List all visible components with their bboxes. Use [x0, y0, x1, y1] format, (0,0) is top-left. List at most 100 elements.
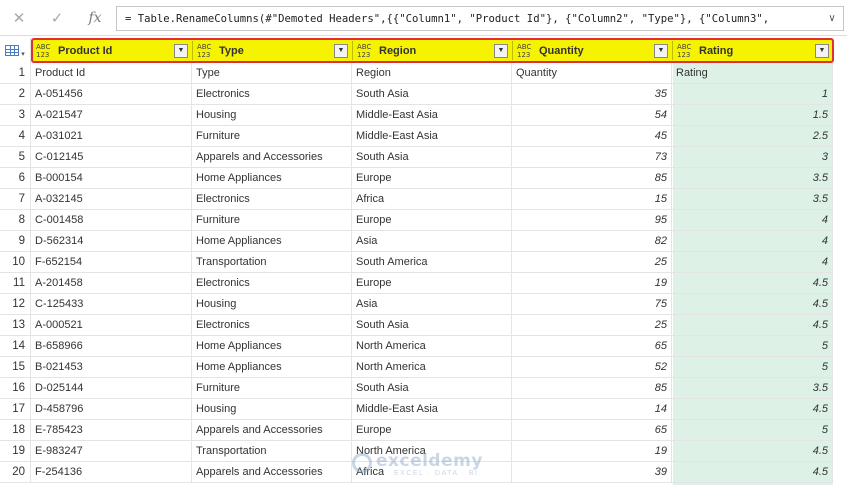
table-cell[interactable]: Furniture	[192, 378, 352, 399]
check-icon[interactable]: ✓	[38, 4, 76, 32]
row-number[interactable]: 1	[0, 63, 31, 84]
column-header-rating[interactable]: ABC 123 Rating ▼	[674, 38, 833, 63]
table-cell[interactable]: South Asia	[352, 84, 512, 105]
table-cell[interactable]: 75	[512, 294, 672, 315]
column-header-region[interactable]: ABC 123 Region ▼	[354, 38, 512, 63]
table-cell[interactable]: Asia	[352, 294, 512, 315]
table-cell[interactable]: South Asia	[352, 147, 512, 168]
row-number[interactable]: 16	[0, 378, 31, 399]
row-number[interactable]: 20	[0, 462, 31, 483]
table-cell[interactable]: E-785423	[31, 420, 192, 441]
table-cell[interactable]: 19	[512, 441, 672, 462]
row-number[interactable]: 9	[0, 231, 31, 252]
table-cell[interactable]: North America	[352, 336, 512, 357]
table-cell[interactable]: Type	[192, 63, 352, 84]
table-cell[interactable]: A-051456	[31, 84, 192, 105]
table-cell[interactable]: Europe	[352, 273, 512, 294]
table-cell[interactable]: 14	[512, 399, 672, 420]
table-cell[interactable]: North America	[352, 441, 512, 462]
column-header-quantity[interactable]: ABC 123 Quantity ▼	[514, 38, 672, 63]
table-cell[interactable]: 54	[512, 105, 672, 126]
table-cell[interactable]: 19	[512, 273, 672, 294]
table-cell[interactable]: Home Appliances	[192, 168, 352, 189]
table-cell[interactable]: C-012145	[31, 147, 192, 168]
table-cell[interactable]: Furniture	[192, 210, 352, 231]
type-icon[interactable]: ABC 123	[357, 43, 379, 59]
table-cell[interactable]: Home Appliances	[192, 357, 352, 378]
row-number[interactable]: 5	[0, 147, 31, 168]
table-cell[interactable]: A-031021	[31, 126, 192, 147]
row-number[interactable]: 13	[0, 315, 31, 336]
table-cell[interactable]: A-032145	[31, 189, 192, 210]
table-cell[interactable]: 4	[672, 210, 833, 231]
table-cell[interactable]: A-000521	[31, 315, 192, 336]
table-cell[interactable]: 4.5	[672, 294, 833, 315]
table-cell[interactable]: 82	[512, 231, 672, 252]
type-icon[interactable]: ABC 123	[677, 43, 699, 59]
table-cell[interactable]: Asia	[352, 231, 512, 252]
table-cell[interactable]: B-658966	[31, 336, 192, 357]
table-cell[interactable]: South Asia	[352, 315, 512, 336]
table-cell[interactable]: A-201458	[31, 273, 192, 294]
table-cell[interactable]: 15	[512, 189, 672, 210]
table-cell[interactable]: Furniture	[192, 126, 352, 147]
table-cell[interactable]: F-254136	[31, 462, 192, 483]
table-cell[interactable]: 25	[512, 315, 672, 336]
table-cell[interactable]: 3	[672, 147, 833, 168]
table-cell[interactable]: 4.5	[672, 462, 833, 483]
filter-dropdown-icon[interactable]: ▼	[815, 43, 829, 58]
table-cell[interactable]: Europe	[352, 168, 512, 189]
row-number[interactable]: 19	[0, 441, 31, 462]
row-number[interactable]: 2	[0, 84, 31, 105]
table-cell[interactable]: C-001458	[31, 210, 192, 231]
table-cell[interactable]: 5	[672, 336, 833, 357]
table-menu-button[interactable]: ▾	[0, 38, 31, 63]
row-number[interactable]: 18	[0, 420, 31, 441]
row-number[interactable]: 15	[0, 357, 31, 378]
table-cell[interactable]: E-983247	[31, 441, 192, 462]
table-cell[interactable]: 1	[672, 84, 833, 105]
table-cell[interactable]: 45	[512, 126, 672, 147]
filter-dropdown-icon[interactable]: ▼	[494, 43, 508, 58]
table-cell[interactable]: Transportation	[192, 441, 352, 462]
table-cell[interactable]: Apparels and Accessories	[192, 420, 352, 441]
column-separator[interactable]	[352, 41, 353, 60]
row-number[interactable]: 12	[0, 294, 31, 315]
column-separator[interactable]	[192, 41, 193, 60]
table-cell[interactable]: Apparels and Accessories	[192, 462, 352, 483]
table-cell[interactable]: Rating	[672, 63, 833, 84]
table-cell[interactable]: B-000154	[31, 168, 192, 189]
table-cell[interactable]: 95	[512, 210, 672, 231]
table-cell[interactable]: Housing	[192, 105, 352, 126]
column-separator[interactable]	[672, 41, 673, 60]
table-cell[interactable]: 65	[512, 336, 672, 357]
table-cell[interactable]: B-021453	[31, 357, 192, 378]
table-cell[interactable]: 4.5	[672, 315, 833, 336]
row-number[interactable]: 4	[0, 126, 31, 147]
column-header-product-id[interactable]: ABC 123 Product Id ▼	[33, 38, 192, 63]
table-cell[interactable]: Quantity	[512, 63, 672, 84]
table-cell[interactable]: 25	[512, 252, 672, 273]
table-cell[interactable]: 3.5	[672, 189, 833, 210]
table-cell[interactable]: South Asia	[352, 378, 512, 399]
table-cell[interactable]: South America	[352, 252, 512, 273]
table-cell[interactable]: Europe	[352, 210, 512, 231]
table-cell[interactable]: D-458796	[31, 399, 192, 420]
table-cell[interactable]: 39	[512, 462, 672, 483]
table-cell[interactable]: 52	[512, 357, 672, 378]
table-cell[interactable]: Europe	[352, 420, 512, 441]
table-cell[interactable]: 4	[672, 231, 833, 252]
table-cell[interactable]: F-652154	[31, 252, 192, 273]
table-cell[interactable]: 85	[512, 378, 672, 399]
row-number[interactable]: 7	[0, 189, 31, 210]
formula-input[interactable]: = Table.RenameColumns(#"Demoted Headers"…	[116, 6, 844, 31]
table-cell[interactable]: Housing	[192, 294, 352, 315]
row-number[interactable]: 11	[0, 273, 31, 294]
row-number[interactable]: 14	[0, 336, 31, 357]
table-cell[interactable]: 5	[672, 420, 833, 441]
filter-dropdown-icon[interactable]: ▼	[654, 43, 668, 58]
type-icon[interactable]: ABC 123	[197, 43, 219, 59]
table-cell[interactable]: Home Appliances	[192, 336, 352, 357]
table-cell[interactable]: Middle-East Asia	[352, 105, 512, 126]
close-icon[interactable]: ✕	[0, 4, 38, 32]
